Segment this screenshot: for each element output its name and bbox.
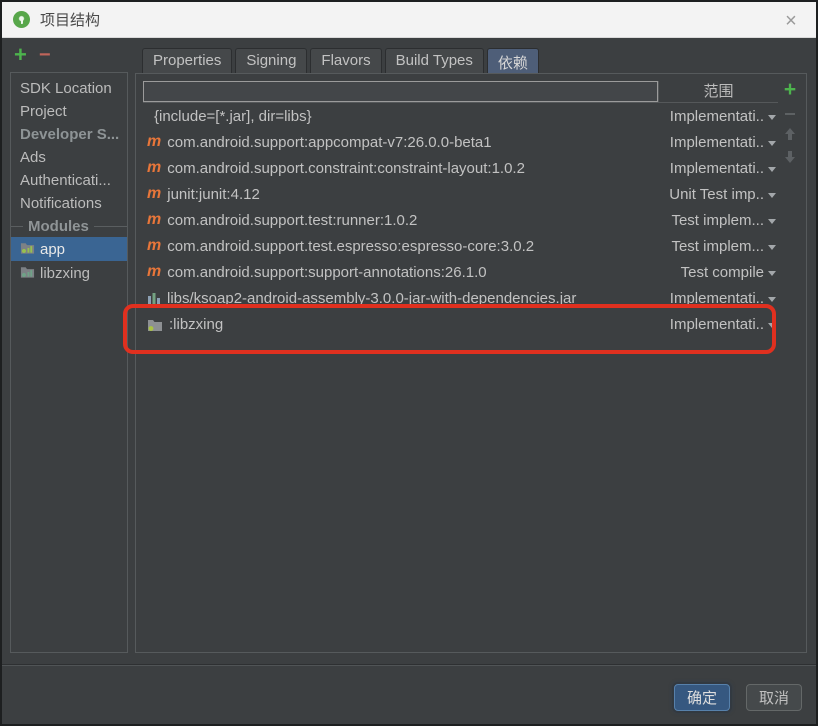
module-label: libzxing <box>40 264 91 282</box>
chevron-down-icon <box>768 218 776 224</box>
dependency-actions-toolbar: + <box>780 79 800 164</box>
table-row[interactable]: m com.android.support.test:runner:1.0.2 … <box>143 207 778 233</box>
sidebar-item-sdk-location[interactable]: SDK Location <box>11 77 127 100</box>
maven-icon: m <box>147 237 162 254</box>
library-module-icon <box>20 265 35 282</box>
android-studio-icon <box>13 11 30 28</box>
table-row[interactable]: m com.android.support.constraint:constra… <box>143 155 778 181</box>
chevron-down-icon <box>768 140 776 146</box>
sidebar-item-notifications[interactable]: Notifications <box>11 192 127 215</box>
titlebar: 项目结构 × <box>2 2 816 38</box>
table-row[interactable]: m com.android.support.test.espresso:espr… <box>143 233 778 259</box>
table-row[interactable]: m libs/ksoap2-android-assembly-3.0.0-jar… <box>143 285 778 311</box>
chevron-down-icon <box>768 244 776 250</box>
dependency-column-header[interactable] <box>143 81 658 102</box>
dependency-name: junit:junit:4.12 <box>167 185 260 203</box>
sidebar-module-app[interactable]: app <box>11 237 127 261</box>
dependency-name-cell: m {include=[*.jar], dir=libs} <box>143 108 650 125</box>
dependency-name: com.android.support.constraint:constrain… <box>167 159 525 177</box>
cancel-button[interactable]: 取消 <box>745 684 802 711</box>
dependency-name-cell: m com.android.support:support-annotation… <box>143 264 650 281</box>
scope-value: Implementati.. <box>669 315 764 333</box>
scope-value: Implementati.. <box>669 289 764 307</box>
sidebar-item-authenticati-[interactable]: Authenticati... <box>11 169 127 192</box>
modules-section-header: Modules <box>11 215 127 237</box>
scope-value: Implementati.. <box>669 159 764 177</box>
scope-value: Test implem... <box>671 237 764 255</box>
table-row[interactable]: m junit:junit:4.12 Unit Test imp.. <box>143 181 778 207</box>
dependency-name: {include=[*.jar], dir=libs} <box>154 107 312 125</box>
table-header: 范围 <box>143 81 778 103</box>
remove-dependency-button[interactable] <box>785 113 795 115</box>
scope-value: Test compile <box>680 263 764 281</box>
move-up-icon[interactable] <box>784 127 796 141</box>
dependency-name-cell: m com.android.support.test.espresso:espr… <box>143 238 650 255</box>
scope-dropdown[interactable]: Unit Test imp.. <box>650 186 778 203</box>
scope-dropdown[interactable]: Implementati.. <box>650 134 778 151</box>
scope-value: Unit Test imp.. <box>669 185 764 203</box>
scope-dropdown[interactable]: Test implem... <box>650 212 778 229</box>
chevron-down-icon <box>768 270 776 276</box>
remove-item-button[interactable]: − <box>39 45 51 65</box>
close-icon[interactable]: × <box>780 10 802 32</box>
sidebar-item-ads[interactable]: Ads <box>11 146 127 169</box>
sidebar-module-libzxing[interactable]: libzxing <box>11 261 127 285</box>
chevron-down-icon <box>768 296 776 302</box>
dependency-name: com.android.support:support-annotations:… <box>167 263 487 281</box>
window-title: 项目结构 <box>40 12 101 29</box>
scope-value: Implementati.. <box>669 133 764 151</box>
dependency-name-cell: m com.android.support.test:runner:1.0.2 <box>143 212 650 229</box>
chevron-down-icon <box>768 322 776 328</box>
scope-dropdown[interactable]: Implementati.. <box>650 160 778 177</box>
sidebar-toolbar: + − <box>14 44 51 66</box>
android-module-icon <box>20 241 35 258</box>
maven-icon: m <box>147 159 162 176</box>
sidebar: SDK Location Project Developer S... Ads Auth… <box>10 72 128 653</box>
ok-button[interactable]: 确定 <box>673 684 730 711</box>
dependency-name-cell: m com.android.support.constraint:constra… <box>143 160 650 177</box>
dependency-name-cell: m com.android.support:appcompat-v7:26.0.… <box>143 134 650 151</box>
dependency-name: com.android.support:appcompat-v7:26.0.0-… <box>167 133 492 151</box>
sidebar-item-project[interactable]: Project <box>11 100 127 123</box>
module-label: app <box>40 240 66 258</box>
scope-dropdown[interactable]: Implementati.. <box>650 290 778 307</box>
dependency-name: com.android.support.test.espresso:espres… <box>167 237 535 255</box>
dependency-name: :libzxing <box>169 315 224 333</box>
add-dependency-button[interactable]: + <box>784 79 796 100</box>
chevron-down-icon <box>768 192 776 198</box>
maven-icon: m <box>147 133 162 150</box>
scope-value: Implementati.. <box>669 107 764 125</box>
table-row[interactable]: m com.android.support:support-annotation… <box>143 259 778 285</box>
scope-value: Test implem... <box>671 211 764 229</box>
scope-dropdown[interactable]: Test compile <box>650 264 778 281</box>
chevron-down-icon <box>768 114 776 120</box>
move-down-icon[interactable] <box>784 150 796 164</box>
dependency-name-cell: m libs/ksoap2-android-assembly-3.0.0-jar… <box>143 290 650 307</box>
sidebar-item-developer-s-[interactable]: Developer S... <box>11 123 127 146</box>
table-row[interactable]: m :libzxing Implementati.. <box>143 311 778 337</box>
maven-icon: m <box>147 185 162 202</box>
scope-dropdown[interactable]: Implementati.. <box>650 108 778 125</box>
table-row[interactable]: m com.android.support:appcompat-v7:26.0.… <box>143 129 778 155</box>
table-row[interactable]: m {include=[*.jar], dir=libs} Implementa… <box>143 103 778 129</box>
footer-separator <box>2 664 816 666</box>
library-icon <box>148 293 160 304</box>
scope-dropdown[interactable]: Test implem... <box>650 238 778 255</box>
module-folder-icon <box>148 319 162 331</box>
scope-dropdown[interactable]: Implementati.. <box>650 316 778 333</box>
dependency-name-cell: m :libzxing <box>143 316 650 333</box>
dependencies-table: 范围 m {include=[*.jar], dir=libs} <box>143 81 778 337</box>
maven-icon: m <box>147 263 162 280</box>
scope-column-header[interactable]: 范围 <box>658 81 778 102</box>
dependency-name: com.android.support.test:runner:1.0.2 <box>167 211 418 229</box>
dependency-name-cell: m junit:junit:4.12 <box>143 186 650 203</box>
chevron-down-icon <box>768 166 776 172</box>
add-item-button[interactable]: + <box>14 44 27 66</box>
dependencies-panel: 范围 m {include=[*.jar], dir=libs} <box>135 73 807 653</box>
project-structure-dialog: + − SDK Location Project Developer S... Ads… <box>2 38 816 724</box>
maven-icon: m <box>147 211 162 228</box>
footer: 确定 取消 <box>673 684 802 711</box>
dependency-name: libs/ksoap2-android-assembly-3.0.0-jar-w… <box>167 289 577 307</box>
